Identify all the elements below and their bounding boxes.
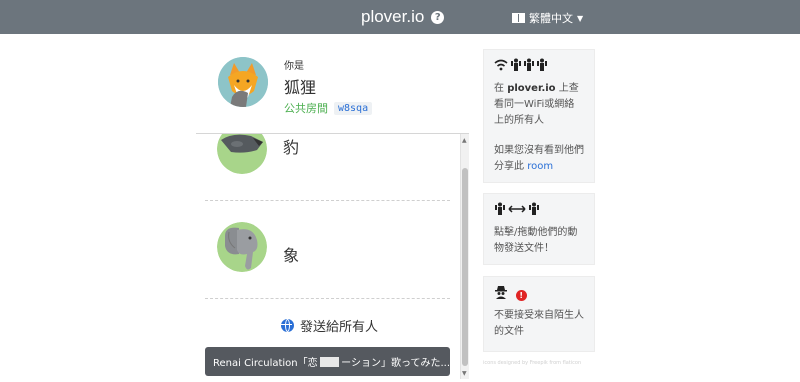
divider: [205, 200, 450, 201]
toast-text-start: Renai Circulation「恋: [213, 358, 318, 369]
person-exchange-icon: [494, 202, 584, 221]
leopard-avatar[interactable]: [217, 134, 267, 174]
fox-avatar: [218, 57, 268, 107]
help-icon[interactable]: ?: [431, 10, 445, 24]
divider: [205, 298, 450, 299]
my-animal-name: 狐狸: [284, 78, 317, 97]
scrollbar-thumb[interactable]: [462, 168, 468, 366]
info-card-warning: ! 不要接受來自陌生人的文件: [483, 276, 595, 352]
scrollbar[interactable]: ▲ ▼: [460, 134, 469, 379]
language-label[interactable]: 繁體中文: [529, 10, 573, 26]
warning-info-text: 不要接受來自陌生人的文件: [494, 310, 584, 337]
peer-name[interactable]: 象: [283, 242, 299, 266]
peer-item[interactable]: 象: [205, 222, 450, 278]
peer-list: 豹 象 發送給所有人 Renai Circulation「恋 ーション」歌ってみ…: [196, 133, 469, 379]
redacted-text: [319, 356, 340, 367]
send-to-all-label[interactable]: 發送給所有人: [300, 316, 378, 335]
brand[interactable]: plover.io ?: [361, 7, 445, 27]
wifi-text-brand: plover.io: [507, 83, 556, 94]
share-room-text: 如果您沒有看到他們分享此 room: [494, 143, 584, 175]
footer-credit: icons designed by Freepik from flaticon: [483, 360, 582, 366]
elephant-avatar[interactable]: [217, 222, 267, 272]
scroll-down-icon[interactable]: ▼: [462, 370, 467, 377]
wifi-info-text: 在 plover.io 上查看同一WiFi或網絡上的所有人: [494, 81, 584, 129]
globe-icon: [281, 319, 294, 332]
my-identity: 你是 狐狸 公共房間 w8sqa: [218, 57, 468, 117]
warning-icon: !: [516, 290, 528, 301]
language-book-icon: [512, 13, 525, 23]
notification-toast[interactable]: Renai Circulation「恋 ーション」歌ってみた...: [205, 347, 450, 376]
top-navbar: plover.io ? 繁體中文 ▼: [0, 0, 800, 34]
wifi-text-prefix: 在: [494, 83, 508, 94]
peer-item[interactable]: 豹: [205, 134, 450, 184]
info-card-drag: 點擊/拖動他們的動物發送文件！: [483, 193, 595, 265]
info-card-wifi: 在 plover.io 上查看同一WiFi或網絡上的所有人 如果您沒有看到他們分…: [483, 49, 595, 183]
chevron-down-icon[interactable]: ▼: [577, 14, 583, 23]
spy-warning-icon: !: [494, 285, 584, 304]
toast-text-end: ーション」歌ってみた...: [341, 358, 450, 369]
you-are-label: 你是: [284, 61, 304, 72]
room-link[interactable]: room: [527, 161, 553, 172]
drag-info-text: 點擊/拖動他們的動物發送文件！: [494, 227, 578, 254]
scroll-up-icon[interactable]: ▲: [462, 137, 467, 144]
wifi-people-icon: [494, 58, 584, 77]
room-label: 公共房間: [284, 102, 328, 115]
room-code[interactable]: w8sqa: [334, 101, 373, 115]
send-to-all-button[interactable]: 發送給所有人: [281, 316, 378, 335]
brand-title[interactable]: plover.io: [361, 7, 424, 27]
peer-name[interactable]: 豹: [283, 134, 299, 158]
language-dropdown[interactable]: 繁體中文 ▼: [512, 10, 583, 26]
